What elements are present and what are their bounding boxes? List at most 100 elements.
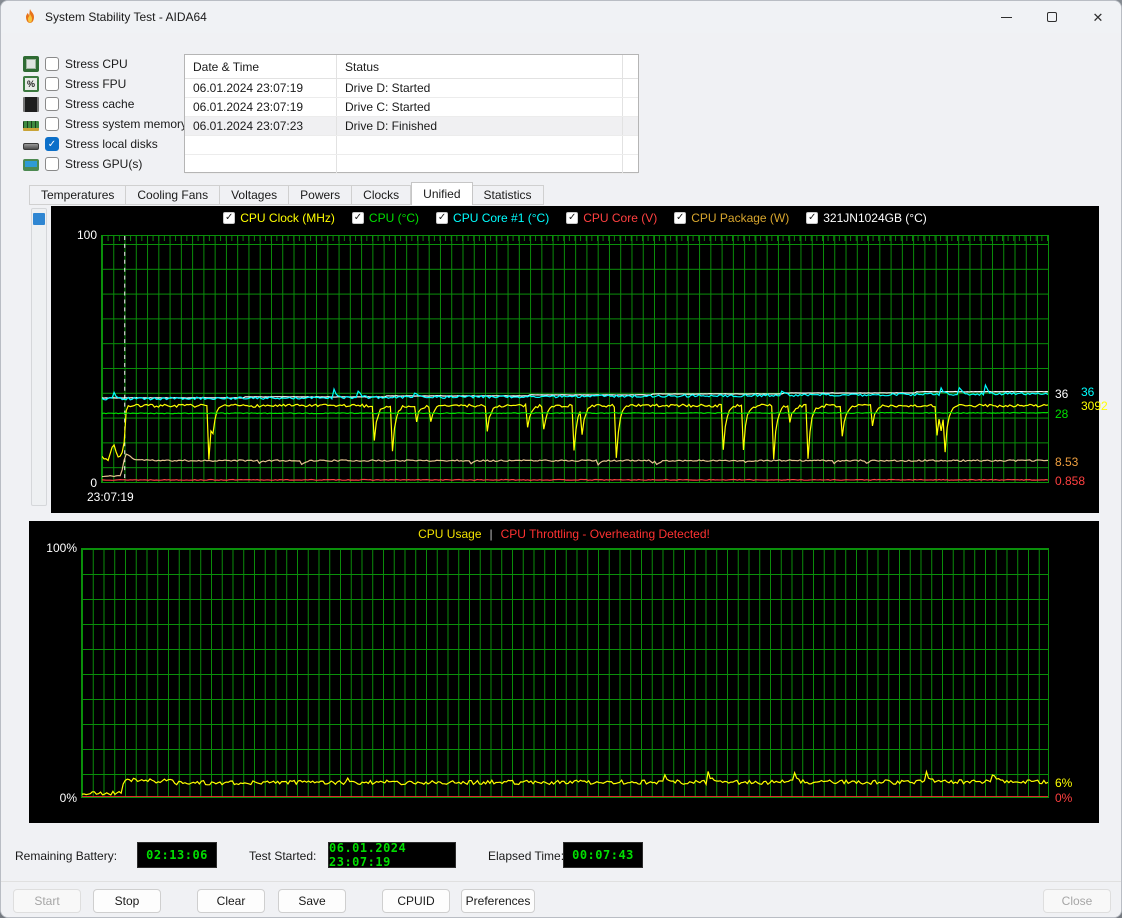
stress-system-memory-label: Stress system memory xyxy=(65,117,187,131)
hard-disk-icon xyxy=(23,143,39,150)
321jn1024gb-c-checkbox[interactable]: ✓ xyxy=(806,212,818,224)
log-cell-status: Drive D: Finished xyxy=(337,117,623,135)
stress-gpu-s-checkbox[interactable] xyxy=(45,157,59,171)
fpu-chip-icon xyxy=(23,76,39,92)
current-value-cpu-clock-mhz: 3092 xyxy=(1081,399,1108,413)
stress-option-row: Stress cache xyxy=(23,94,193,114)
log-cell-status xyxy=(337,155,623,173)
tab-temperatures[interactable]: Temperatures xyxy=(29,185,126,205)
cpuid-button[interactable]: CPUID xyxy=(382,889,450,913)
y-axis-max-label: 100% xyxy=(35,541,77,555)
log-cell-datetime: 06.01.2024 23:07:23 xyxy=(185,117,337,135)
column-header-status[interactable]: Status xyxy=(337,55,623,78)
series-cpu-temp xyxy=(102,412,1048,413)
legend-label: CPU Core (V) xyxy=(583,211,657,225)
legend-item-321jn1024gb-c: ✓ 321JN1024GB (°C) xyxy=(806,211,927,225)
title-bar[interactable]: System Stability Test - AIDA64 ✕ xyxy=(1,1,1121,33)
log-row xyxy=(185,136,638,155)
close-button: Close xyxy=(1043,889,1111,913)
legend-label: CPU Package (W) xyxy=(691,211,789,225)
save-button[interactable]: Save xyxy=(278,889,346,913)
slider-thumb[interactable] xyxy=(33,213,45,225)
gpu-monitor-icon xyxy=(23,159,39,171)
log-table-header: Date & TimeStatus xyxy=(185,55,638,79)
tab-voltages[interactable]: Voltages xyxy=(220,185,289,205)
graph-legend: ✓CPU Clock (MHz)✓CPU (°C)✓CPU Core #1 (°… xyxy=(51,211,1099,225)
title-part: CPU Throttling - Overheating Detected! xyxy=(501,527,710,541)
log-row[interactable]: 06.01.2024 23:07:23Drive D: Finished xyxy=(185,117,638,136)
log-cell-status: Drive C: Started xyxy=(337,98,623,116)
stress-local-disks-label: Stress local disks xyxy=(65,137,158,151)
unified-plot-area xyxy=(101,235,1049,483)
legend-item-cpu-c: ✓CPU (°C) xyxy=(352,211,419,225)
log-row xyxy=(185,155,638,174)
graph-tabs: TemperaturesCooling FansVoltagesPowersCl… xyxy=(29,182,544,205)
minimize-icon[interactable] xyxy=(983,1,1029,33)
stress-fpu-label: Stress FPU xyxy=(65,77,126,91)
cpu-usage-title: CPU Usage|CPU Throttling - Overheating D… xyxy=(29,527,1099,541)
cpu-core-1-c-checkbox[interactable]: ✓ xyxy=(436,212,448,224)
tab-unified[interactable]: Unified xyxy=(411,182,472,205)
y-axis-min-label: 0% xyxy=(55,791,77,805)
graph-scroll-slider[interactable] xyxy=(31,208,47,506)
tab-statistics[interactable]: Statistics xyxy=(473,185,544,205)
log-cell-extra xyxy=(623,98,638,116)
log-row[interactable]: 06.01.2024 23:07:19Drive C: Started xyxy=(185,98,638,117)
stress-option-row: Stress CPU xyxy=(23,54,193,74)
legend-label: 321JN1024GB (°C) xyxy=(823,211,927,225)
legend-label: CPU Clock (MHz) xyxy=(240,211,335,225)
test-started-label: Test Started: xyxy=(249,849,316,863)
cpu-usage-graph-panel: CPU Usage|CPU Throttling - Overheating D… xyxy=(29,521,1099,823)
cpu-usage-graph-series xyxy=(82,549,1048,797)
tab-clocks[interactable]: Clocks xyxy=(352,185,411,205)
stress-cpu-checkbox[interactable] xyxy=(45,57,59,71)
log-cell-datetime: 06.01.2024 23:07:19 xyxy=(185,79,337,97)
log-cell-status xyxy=(337,136,623,154)
current-value-cpu-core-v: 0.858 xyxy=(1055,474,1085,488)
log-row[interactable]: 06.01.2024 23:07:19Drive D: Started xyxy=(185,79,638,98)
column-header-datetime[interactable]: Date & Time xyxy=(185,55,337,78)
remaining-battery-label: Remaining Battery: xyxy=(15,849,117,863)
cpu-usage-plot-area xyxy=(81,548,1049,798)
title-part: CPU Usage xyxy=(418,527,481,541)
log-cell-extra xyxy=(623,117,638,135)
current-value-cpu-temp: 28 xyxy=(1055,407,1068,421)
stress-option-row: Stress system memory xyxy=(23,114,193,134)
cpu-clock-mhz-checkbox[interactable]: ✓ xyxy=(223,212,235,224)
tab-powers[interactable]: Powers xyxy=(289,185,352,205)
memory-module-icon xyxy=(23,121,39,131)
legend-item-cpu-clock-mhz: ✓ CPU Clock (MHz) xyxy=(223,211,335,225)
log-cell-datetime xyxy=(185,155,337,173)
cpu-package-w-checkbox[interactable]: ✓ xyxy=(674,212,686,224)
clear-button[interactable]: Clear xyxy=(197,889,265,913)
stress-options-list: Stress CPU Stress FPU Stress cache Stress s… xyxy=(23,54,193,174)
cache-chip-icon xyxy=(23,97,39,112)
stress-system-memory-checkbox[interactable] xyxy=(45,117,59,131)
preferences-button[interactable]: Preferences xyxy=(461,889,535,913)
close-icon[interactable]: ✕ xyxy=(1075,1,1121,33)
stress-cache-checkbox[interactable] xyxy=(45,97,59,111)
stress-option-row: Stress FPU xyxy=(23,74,193,94)
stress-local-disks-checkbox[interactable]: ✓ xyxy=(45,137,59,151)
current-value-cpu-throttling: 0% xyxy=(1055,791,1072,805)
stress-option-row: Stress GPU(s) xyxy=(23,154,193,174)
column-header-extra xyxy=(623,55,638,78)
series-cpu-usage xyxy=(82,771,1048,795)
y-axis-min-label: 0 xyxy=(79,476,97,490)
log-cell-datetime: 06.01.2024 23:07:19 xyxy=(185,98,337,116)
cpu-core-v-checkbox[interactable]: ✓ xyxy=(566,212,578,224)
stress-gpu-s-label: Stress GPU(s) xyxy=(65,157,142,171)
stress-cpu-label: Stress CPU xyxy=(65,57,128,71)
aida64-flame-icon xyxy=(22,9,38,25)
current-value-cpu-usage: 6% xyxy=(1055,776,1072,790)
stress-fpu-checkbox[interactable] xyxy=(45,77,59,91)
start-button: Start xyxy=(13,889,81,913)
cpu-c-checkbox[interactable]: ✓ xyxy=(352,212,364,224)
unified-graph-panel: ✓CPU Clock (MHz)✓CPU (°C)✓CPU Core #1 (°… xyxy=(51,206,1099,513)
footer-button-bar: Start Stop Clear Save CPUID Preferences Close xyxy=(1,881,1121,918)
log-cell-datetime xyxy=(185,136,337,154)
tab-cooling-fans[interactable]: Cooling Fans xyxy=(126,185,220,205)
maximize-icon[interactable] xyxy=(1029,1,1075,33)
stop-button[interactable]: Stop xyxy=(93,889,161,913)
current-value-cpu-core1-temp: 36 xyxy=(1081,385,1094,399)
